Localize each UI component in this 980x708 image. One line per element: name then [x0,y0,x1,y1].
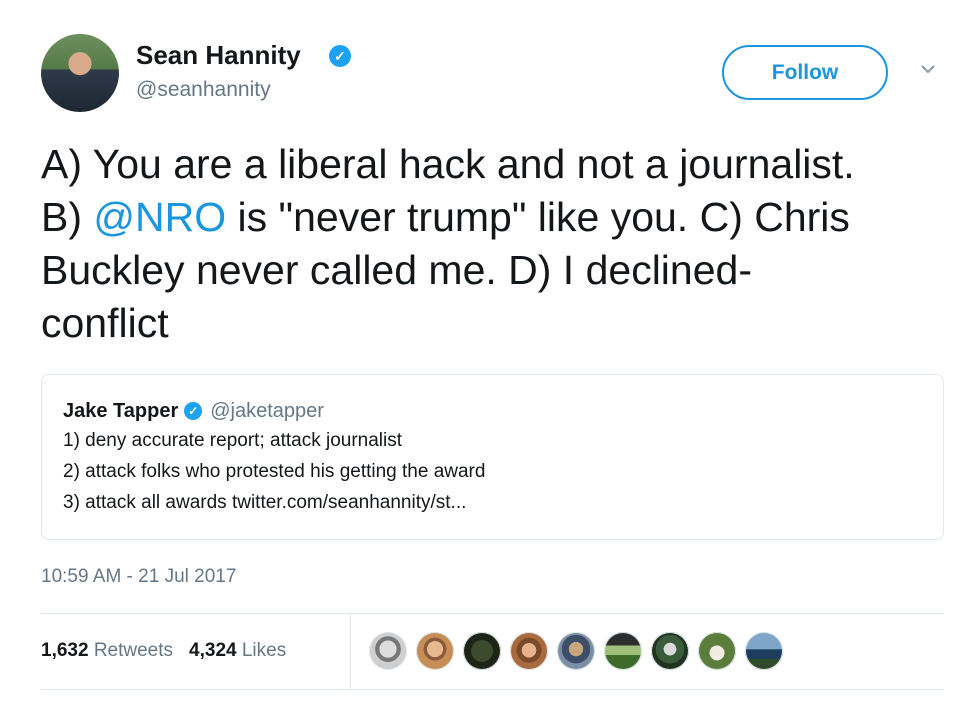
tweet-line: conflict [41,300,169,346]
liker-avatar[interactable] [698,632,736,670]
quoted-author-name: Jake Tapper [63,400,179,422]
tweet-line: A) You are a liberal hack and not a jour… [41,141,855,187]
verified-badge-icon: ✓ [184,402,203,420]
liker-avatar[interactable] [557,632,595,670]
tweet-text: A) You are a liberal hack and not a jour… [41,138,951,350]
quoted-tweet-line: 3) attack all awards twitter.com/seanhan… [63,492,467,513]
likes-stat[interactable]: 4,324 Likes [189,640,286,662]
chevron-down-icon[interactable] [921,62,935,76]
retweets-count: 1,632 [41,640,89,661]
quoted-tweet-header: Jake Tapper ✓ @jaketapper [63,397,922,425]
tweet-text-segment: B) [41,194,94,240]
divider [41,689,944,690]
tweet-timestamp[interactable]: 10:59 AM - 21 Jul 2017 [41,566,236,588]
liker-avatar[interactable] [510,632,548,670]
follow-button[interactable]: Follow [722,45,888,100]
divider [350,613,351,689]
tweet-stats: 1,632 Retweets 4,324 Likes [41,613,302,689]
author-name[interactable]: Sean Hannity [136,40,301,71]
tweet-line: Buckley never called me. D) I declined- [41,247,752,293]
quoted-author-handle: @jaketapper [210,400,324,422]
liker-avatar[interactable] [463,632,501,670]
quoted-tweet-line: 2) attack folks who protested his gettin… [63,461,486,482]
liker-avatars [369,632,792,670]
liker-avatar[interactable] [604,632,642,670]
verified-badge-icon: ✓ [329,45,351,67]
liker-avatar[interactable] [416,632,454,670]
mention-link[interactable]: @NRO [93,194,226,240]
liker-avatar[interactable] [369,632,407,670]
quoted-tweet[interactable]: Jake Tapper ✓ @jaketapper 1) deny accura… [41,374,944,540]
retweets-label: Retweets [93,640,174,661]
tweet-text-segment: is "never trump" like you. C) Chris [226,194,850,240]
tweet-line: B) @NRO is "never trump" like you. C) Ch… [41,191,951,244]
likes-count: 4,324 [189,640,237,661]
retweets-stat[interactable]: 1,632 Retweets [41,640,173,662]
likes-label: Likes [241,640,287,661]
author-avatar[interactable] [41,34,119,112]
liker-avatar[interactable] [745,632,783,670]
liker-avatar[interactable] [651,632,689,670]
author-handle[interactable]: @seanhannity [136,78,271,102]
quoted-tweet-line: 1) deny accurate report; attack journali… [63,430,403,451]
